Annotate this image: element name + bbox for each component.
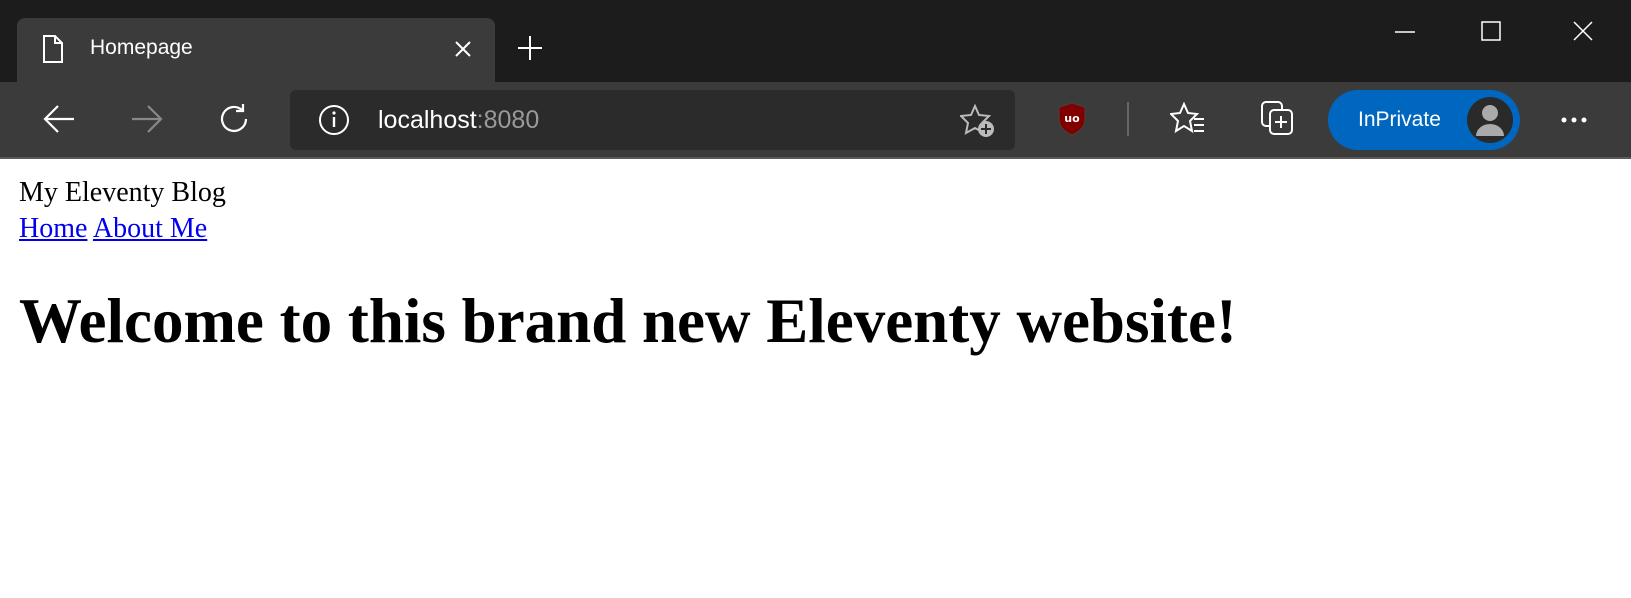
add-favorite-icon[interactable] — [960, 104, 996, 138]
ublock-icon[interactable]: uo — [1058, 102, 1086, 136]
inprivate-label: InPrivate — [1358, 108, 1441, 131]
refresh-icon[interactable] — [218, 102, 252, 136]
info-icon[interactable] — [318, 104, 350, 136]
maximize-icon[interactable] — [1481, 21, 1501, 41]
back-icon[interactable] — [42, 104, 76, 134]
collections-icon[interactable] — [1260, 100, 1296, 138]
new-tab-icon[interactable] — [518, 36, 542, 60]
nav-home-link[interactable]: Home — [19, 213, 87, 244]
address-bar[interactable]: localhost:8080 — [290, 90, 1015, 150]
forward-icon[interactable] — [130, 104, 164, 134]
nav-about-link[interactable]: About Me — [93, 213, 207, 244]
inprivate-button[interactable]: InPrivate — [1328, 90, 1520, 150]
close-window-icon[interactable] — [1573, 21, 1593, 41]
page-content: My Eleventy Blog Home About Me Welcome t… — [0, 161, 1631, 598]
page-icon — [43, 35, 63, 63]
tab-homepage[interactable]: Homepage — [17, 18, 495, 82]
more-icon[interactable] — [1560, 116, 1588, 124]
site-title: My Eleventy Blog — [19, 177, 226, 208]
page-heading: Welcome to this brand new Eleventy websi… — [19, 286, 1237, 356]
svg-text:uo: uo — [1064, 112, 1080, 125]
url-text[interactable]: localhost:8080 — [378, 106, 539, 135]
favorites-icon[interactable] — [1170, 102, 1206, 136]
url-port: :8080 — [476, 106, 540, 134]
url-host: localhost — [378, 106, 477, 134]
tab-title: Homepage — [90, 36, 193, 59]
site-nav: Home About Me — [19, 213, 207, 245]
toolbar-divider — [1127, 102, 1129, 136]
avatar-icon — [1467, 97, 1513, 143]
tab-bar: Homepage — [0, 0, 1631, 82]
toolbar: localhost:8080 uo InPrivate — [0, 82, 1631, 159]
close-tab-icon[interactable] — [454, 40, 472, 58]
minimize-icon[interactable] — [1393, 20, 1417, 44]
